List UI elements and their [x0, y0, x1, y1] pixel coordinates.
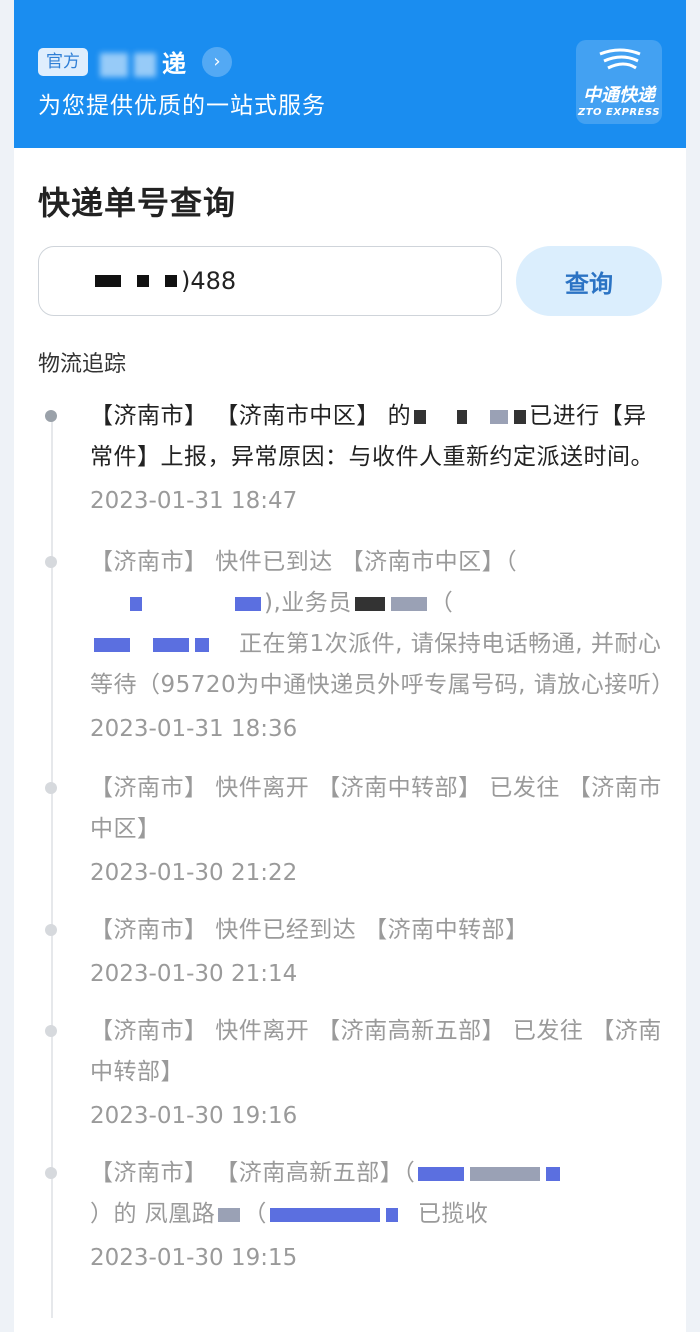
event-text: 【济南市】 快件离开 【济南高新五部】 已发往 【济南中转部】: [90, 1018, 662, 1085]
event-text: 【济南市】 快件已到达 【济南市中区】（ ),业务员（ 正在第1次派件, 请保持…: [90, 549, 675, 698]
redacted-name: [514, 409, 527, 424]
redacted-info: [235, 596, 261, 611]
app-header: 官方 递 › 为您提供优质的一站式服务 中通快递 ZTO EXPRESS: [14, 0, 686, 148]
event-time: 2023-01-31 18:36: [90, 716, 298, 742]
redacted-name: [390, 596, 427, 611]
query-button[interactable]: 查询: [516, 246, 662, 316]
event-text: 【济南市】 快件已经到达 【济南中转部】: [90, 917, 529, 943]
logo-cn-text: 中通快递: [583, 85, 655, 106]
event-time: 2023-01-30 19:16: [90, 1103, 298, 1129]
timeline-event: 【济南市】 快件离开 【济南高新五部】 已发往 【济南中转部】 2023-01-…: [38, 1011, 668, 1135]
official-badge: 官方: [38, 47, 88, 76]
zto-logo: 中通快递 ZTO EXPRESS: [576, 40, 662, 124]
tracking-timeline: 【济南市】 【济南市中区】 的已进行【异常件】上报，异常原因：与收件人重新约定派…: [38, 396, 675, 1318]
event-time: 2023-01-30 21:14: [90, 961, 298, 987]
chevron-right-icon[interactable]: ›: [202, 46, 232, 77]
redacted-name: [414, 409, 427, 424]
brand-row[interactable]: 官方 递 ›: [38, 44, 232, 79]
tracking-number-input[interactable]: )488: [38, 246, 502, 316]
brand-name[interactable]: 递: [100, 44, 188, 79]
redacted-phone: [195, 637, 209, 652]
redacted-address: [218, 1207, 241, 1222]
redacted-phone: [94, 637, 130, 652]
redacted-phone: [153, 637, 189, 652]
redacted-digits: [165, 275, 177, 287]
event-time: 2023-01-30 21:22: [90, 860, 298, 886]
timeline-dot: [45, 782, 57, 794]
redacted-brand-text: [100, 53, 128, 77]
page-title: 快递单号查询: [38, 184, 237, 222]
zto-logo-icon: [599, 48, 641, 70]
tracking-card: 快递单号查询 )488 查询 物流追踪 【济南市】 【济南市中区】 的已进行【异…: [14, 148, 686, 1332]
timeline-event: 【济南市】 快件离开 【济南中转部】 已发往 【济南市中区】 2023-01-3…: [38, 768, 668, 892]
redacted-name: [490, 409, 509, 424]
tracking-number-value: )488: [181, 267, 237, 295]
event-text: 【济南市】 快件离开 【济南中转部】 已发往 【济南市中区】: [90, 775, 662, 842]
tracking-section-label: 物流追踪: [38, 352, 127, 377]
redacted-name: [457, 409, 468, 424]
event-text: 【济南市】 【济南高新五部】（ ）的 凤凰路（已揽收: [90, 1153, 668, 1235]
timeline-dot: [45, 556, 57, 568]
redacted-phone-link[interactable]: [415, 1160, 563, 1186]
timeline-dot: [45, 1025, 57, 1037]
timeline-dot: [45, 410, 57, 422]
redacted-info: [130, 596, 142, 611]
event-time: 2023-01-30 19:15: [90, 1245, 298, 1271]
timeline-event: 【济南市】 【济南市中区】 的已进行【异常件】上报，异常原因：与收件人重新约定派…: [38, 396, 668, 520]
redacted-name: [354, 596, 385, 611]
timeline-event: 【济南市】 快件已到达 【济南市中区】（ ),业务员（ 正在第1次派件, 请保持…: [38, 542, 675, 748]
timeline-dot: [45, 1167, 57, 1179]
redacted-digits: [95, 275, 121, 287]
logo-en-text: ZTO EXPRESS: [577, 107, 660, 118]
redacted-phone: [385, 1207, 398, 1222]
event-time: 2023-01-31 18:47: [90, 488, 298, 514]
timeline-event: 【济南市】 快件已经到达 【济南中转部】 2023-01-30 21:14: [38, 910, 668, 993]
tagline: 为您提供优质的一站式服务: [38, 93, 326, 119]
redacted-brand-text: [134, 53, 156, 77]
redacted-phone: [269, 1207, 380, 1222]
event-text: 【济南市】 【济南市中区】 的已进行【异常件】上报，异常原因：与收件人重新约定派…: [90, 403, 654, 470]
redacted-digits: [137, 275, 149, 287]
timeline-event: 【济南市】 【济南高新五部】（ ）的 凤凰路（已揽收 2023-01-30 19…: [38, 1153, 668, 1277]
timeline-dot: [45, 924, 57, 936]
